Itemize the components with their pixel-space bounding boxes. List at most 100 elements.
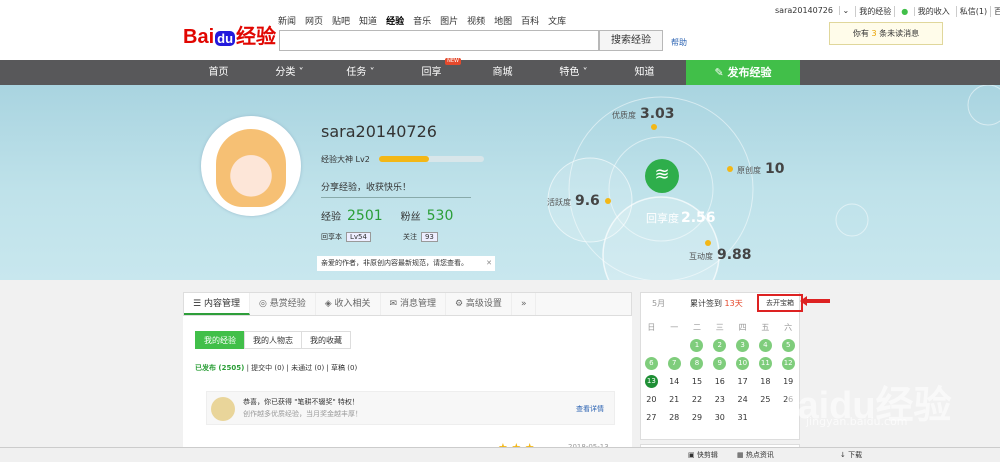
calendar-day[interactable]: 4 bbox=[754, 338, 777, 352]
user-bar: sara20140726 ⌄ 我的经验 ● 我的收入 私信(1) 百度首页 bbox=[769, 6, 1000, 17]
username-dropdown[interactable]: sara20140726 ⌄ bbox=[769, 6, 855, 17]
calendar-day[interactable]: 20 bbox=[640, 395, 663, 404]
notice-bar[interactable]: 亲爱的作者，非原创内容最新规范，请您查看。 ✕ bbox=[317, 256, 495, 271]
calendar-day[interactable]: 27 bbox=[640, 413, 663, 422]
quality-label: 优质度 bbox=[612, 111, 636, 120]
metric-quality: 优质度 3.03 bbox=[612, 106, 675, 122]
sign-days: 13天 bbox=[724, 299, 743, 308]
subtab-profile[interactable]: 我的人物志 bbox=[244, 331, 302, 349]
nav-item-active[interactable]: 经验 bbox=[386, 14, 404, 27]
calendar-day[interactable]: 10 bbox=[731, 356, 754, 370]
calendar-day[interactable]: 15 bbox=[686, 377, 709, 386]
nav-item[interactable]: 贴吧 bbox=[332, 14, 350, 27]
mainnav-mall[interactable]: 商城 bbox=[467, 60, 538, 85]
calendar-day[interactable]: 7 bbox=[663, 356, 686, 370]
fans-value[interactable]: 530 bbox=[427, 208, 454, 224]
calendar-day[interactable]: 8 bbox=[686, 356, 709, 370]
nav-item[interactable]: 视频 bbox=[467, 14, 485, 27]
nav-item[interactable]: 图片 bbox=[440, 14, 458, 27]
avatar[interactable] bbox=[201, 116, 301, 216]
interact-value: 9.88 bbox=[717, 247, 752, 263]
subtab-favorites[interactable]: 我的收藏 bbox=[301, 331, 351, 349]
baidu-home-link[interactable]: 百度首页 bbox=[990, 6, 1000, 17]
huixiang-metric-label: 回享度 bbox=[646, 212, 679, 225]
open-treasure-button[interactable]: 去开宝箱 bbox=[757, 294, 803, 312]
nav-item[interactable]: 文库 bbox=[548, 14, 566, 27]
close-icon[interactable]: ✕ bbox=[486, 256, 492, 271]
signed-day: 2 bbox=[713, 338, 727, 352]
calendar-day[interactable]: 12 bbox=[777, 356, 800, 370]
honor-detail-link[interactable]: 查看详情 bbox=[576, 404, 604, 414]
calendar-day[interactable]: 28 bbox=[663, 413, 686, 422]
baidu-logo[interactable]: Bai du 经验 bbox=[183, 20, 276, 49]
status-filter: 已发布 (2505) | 提交中 (0) | 未通过 (0) | 草稿 (0) bbox=[195, 363, 357, 373]
username: sara20140726 bbox=[775, 6, 833, 15]
nav-item[interactable]: 网页 bbox=[305, 14, 323, 27]
mainnav-task[interactable]: 任务 ˅ bbox=[325, 60, 396, 85]
calendar-day[interactable]: 5 bbox=[777, 338, 800, 352]
status-kuaijianji[interactable]: ▣ 快剪辑 bbox=[688, 450, 718, 460]
calendar-day[interactable]: 24 bbox=[731, 395, 754, 404]
my-jingyan-link[interactable]: 我的经验 bbox=[855, 6, 894, 17]
status-download[interactable]: ↓ 下载 bbox=[840, 450, 862, 460]
nav-item[interactable]: 新闻 bbox=[278, 14, 296, 27]
unread-message-tip[interactable]: 你有 3 条未读消息 bbox=[829, 22, 943, 45]
tab-advanced[interactable]: ⚙ 高级设置 bbox=[446, 293, 512, 315]
calendar-day[interactable]: 23 bbox=[708, 395, 731, 404]
download-icon: ↓ bbox=[840, 451, 846, 459]
my-income-link[interactable]: ● 我的收入 bbox=[894, 6, 956, 17]
calendar-day[interactable]: 29 bbox=[686, 413, 709, 422]
calendar-day[interactable]: 13 bbox=[640, 374, 663, 388]
exp-value[interactable]: 2501 bbox=[347, 208, 383, 224]
calendar-day[interactable]: 16 bbox=[708, 377, 731, 386]
level-label: 经验大神 Lv2 bbox=[321, 155, 370, 164]
nav-item[interactable]: 音乐 bbox=[413, 14, 431, 27]
award-icon bbox=[211, 397, 235, 421]
mainnav-zhidao[interactable]: 知道 bbox=[609, 60, 680, 85]
metric-dot bbox=[727, 166, 733, 172]
calendar-day[interactable]: 11 bbox=[754, 356, 777, 370]
calendar-day[interactable]: 9 bbox=[708, 356, 731, 370]
calendar-day[interactable]: 31 bbox=[731, 413, 754, 422]
tab-income[interactable]: ◈ 收入相关 bbox=[316, 293, 381, 315]
nav-item[interactable]: 地图 bbox=[494, 14, 512, 27]
calendar-day[interactable]: 22 bbox=[686, 395, 709, 404]
calendar-day[interactable]: 2 bbox=[708, 338, 731, 352]
search-button[interactable]: 搜索经验 bbox=[599, 30, 663, 51]
metric-rings bbox=[547, 85, 1000, 280]
mainnav-task-label: 任务 bbox=[346, 67, 367, 78]
tab-content-manage[interactable]: ☰ 内容管理 bbox=[184, 293, 250, 315]
status-news[interactable]: ▦ 热点资讯 bbox=[737, 450, 774, 460]
calendar-day[interactable]: 30 bbox=[708, 413, 731, 422]
help-link[interactable]: 帮助 bbox=[671, 37, 687, 48]
tabs-more[interactable]: » bbox=[512, 293, 537, 315]
mainnav-category[interactable]: 分类 ˅ bbox=[254, 60, 325, 85]
calendar-day[interactable]: 17 bbox=[731, 377, 754, 386]
filter-published[interactable]: 已发布 (2505) bbox=[195, 364, 244, 372]
mainnav-home[interactable]: 首页 bbox=[183, 60, 254, 85]
subtab-my-jingyan[interactable]: 我的经验 bbox=[195, 331, 245, 349]
publish-button[interactable]: ✎ 发布经验 bbox=[686, 60, 800, 85]
sign-label: 累计签到 bbox=[690, 299, 725, 308]
mainnav-feature[interactable]: 特色 ˅ bbox=[538, 60, 609, 85]
calendar-day[interactable]: 3 bbox=[731, 338, 754, 352]
signed-day: 6 bbox=[644, 356, 658, 370]
mainnav-feature-label: 特色 bbox=[559, 67, 580, 78]
huixiang-metric-value: 2.56 bbox=[681, 210, 716, 226]
nav-item[interactable]: 知道 bbox=[359, 14, 377, 27]
tab-messages[interactable]: ✉ 消息管理 bbox=[381, 293, 446, 315]
private-message-link[interactable]: 私信(1) bbox=[955, 6, 990, 17]
level-progress-bar bbox=[379, 156, 484, 162]
filter-others[interactable]: | 提交中 (0) | 未通过 (0) | 草稿 (0) bbox=[247, 364, 358, 372]
huixiang-tag[interactable]: Lv54 bbox=[346, 232, 371, 242]
mainnav-huixiang[interactable]: 回享 NEW bbox=[396, 58, 467, 85]
calendar-day[interactable]: 21 bbox=[663, 395, 686, 404]
motto[interactable]: 分享经验，收获快乐！ bbox=[321, 180, 471, 198]
follow-value[interactable]: 93 bbox=[420, 232, 438, 242]
nav-item[interactable]: 百科 bbox=[521, 14, 539, 27]
calendar-day[interactable]: 14 bbox=[663, 377, 686, 386]
calendar-day[interactable]: 6 bbox=[640, 356, 663, 370]
search-input[interactable] bbox=[279, 30, 599, 51]
calendar-day[interactable]: 1 bbox=[686, 338, 709, 352]
tab-reward[interactable]: ◎ 悬赏经验 bbox=[250, 293, 316, 315]
